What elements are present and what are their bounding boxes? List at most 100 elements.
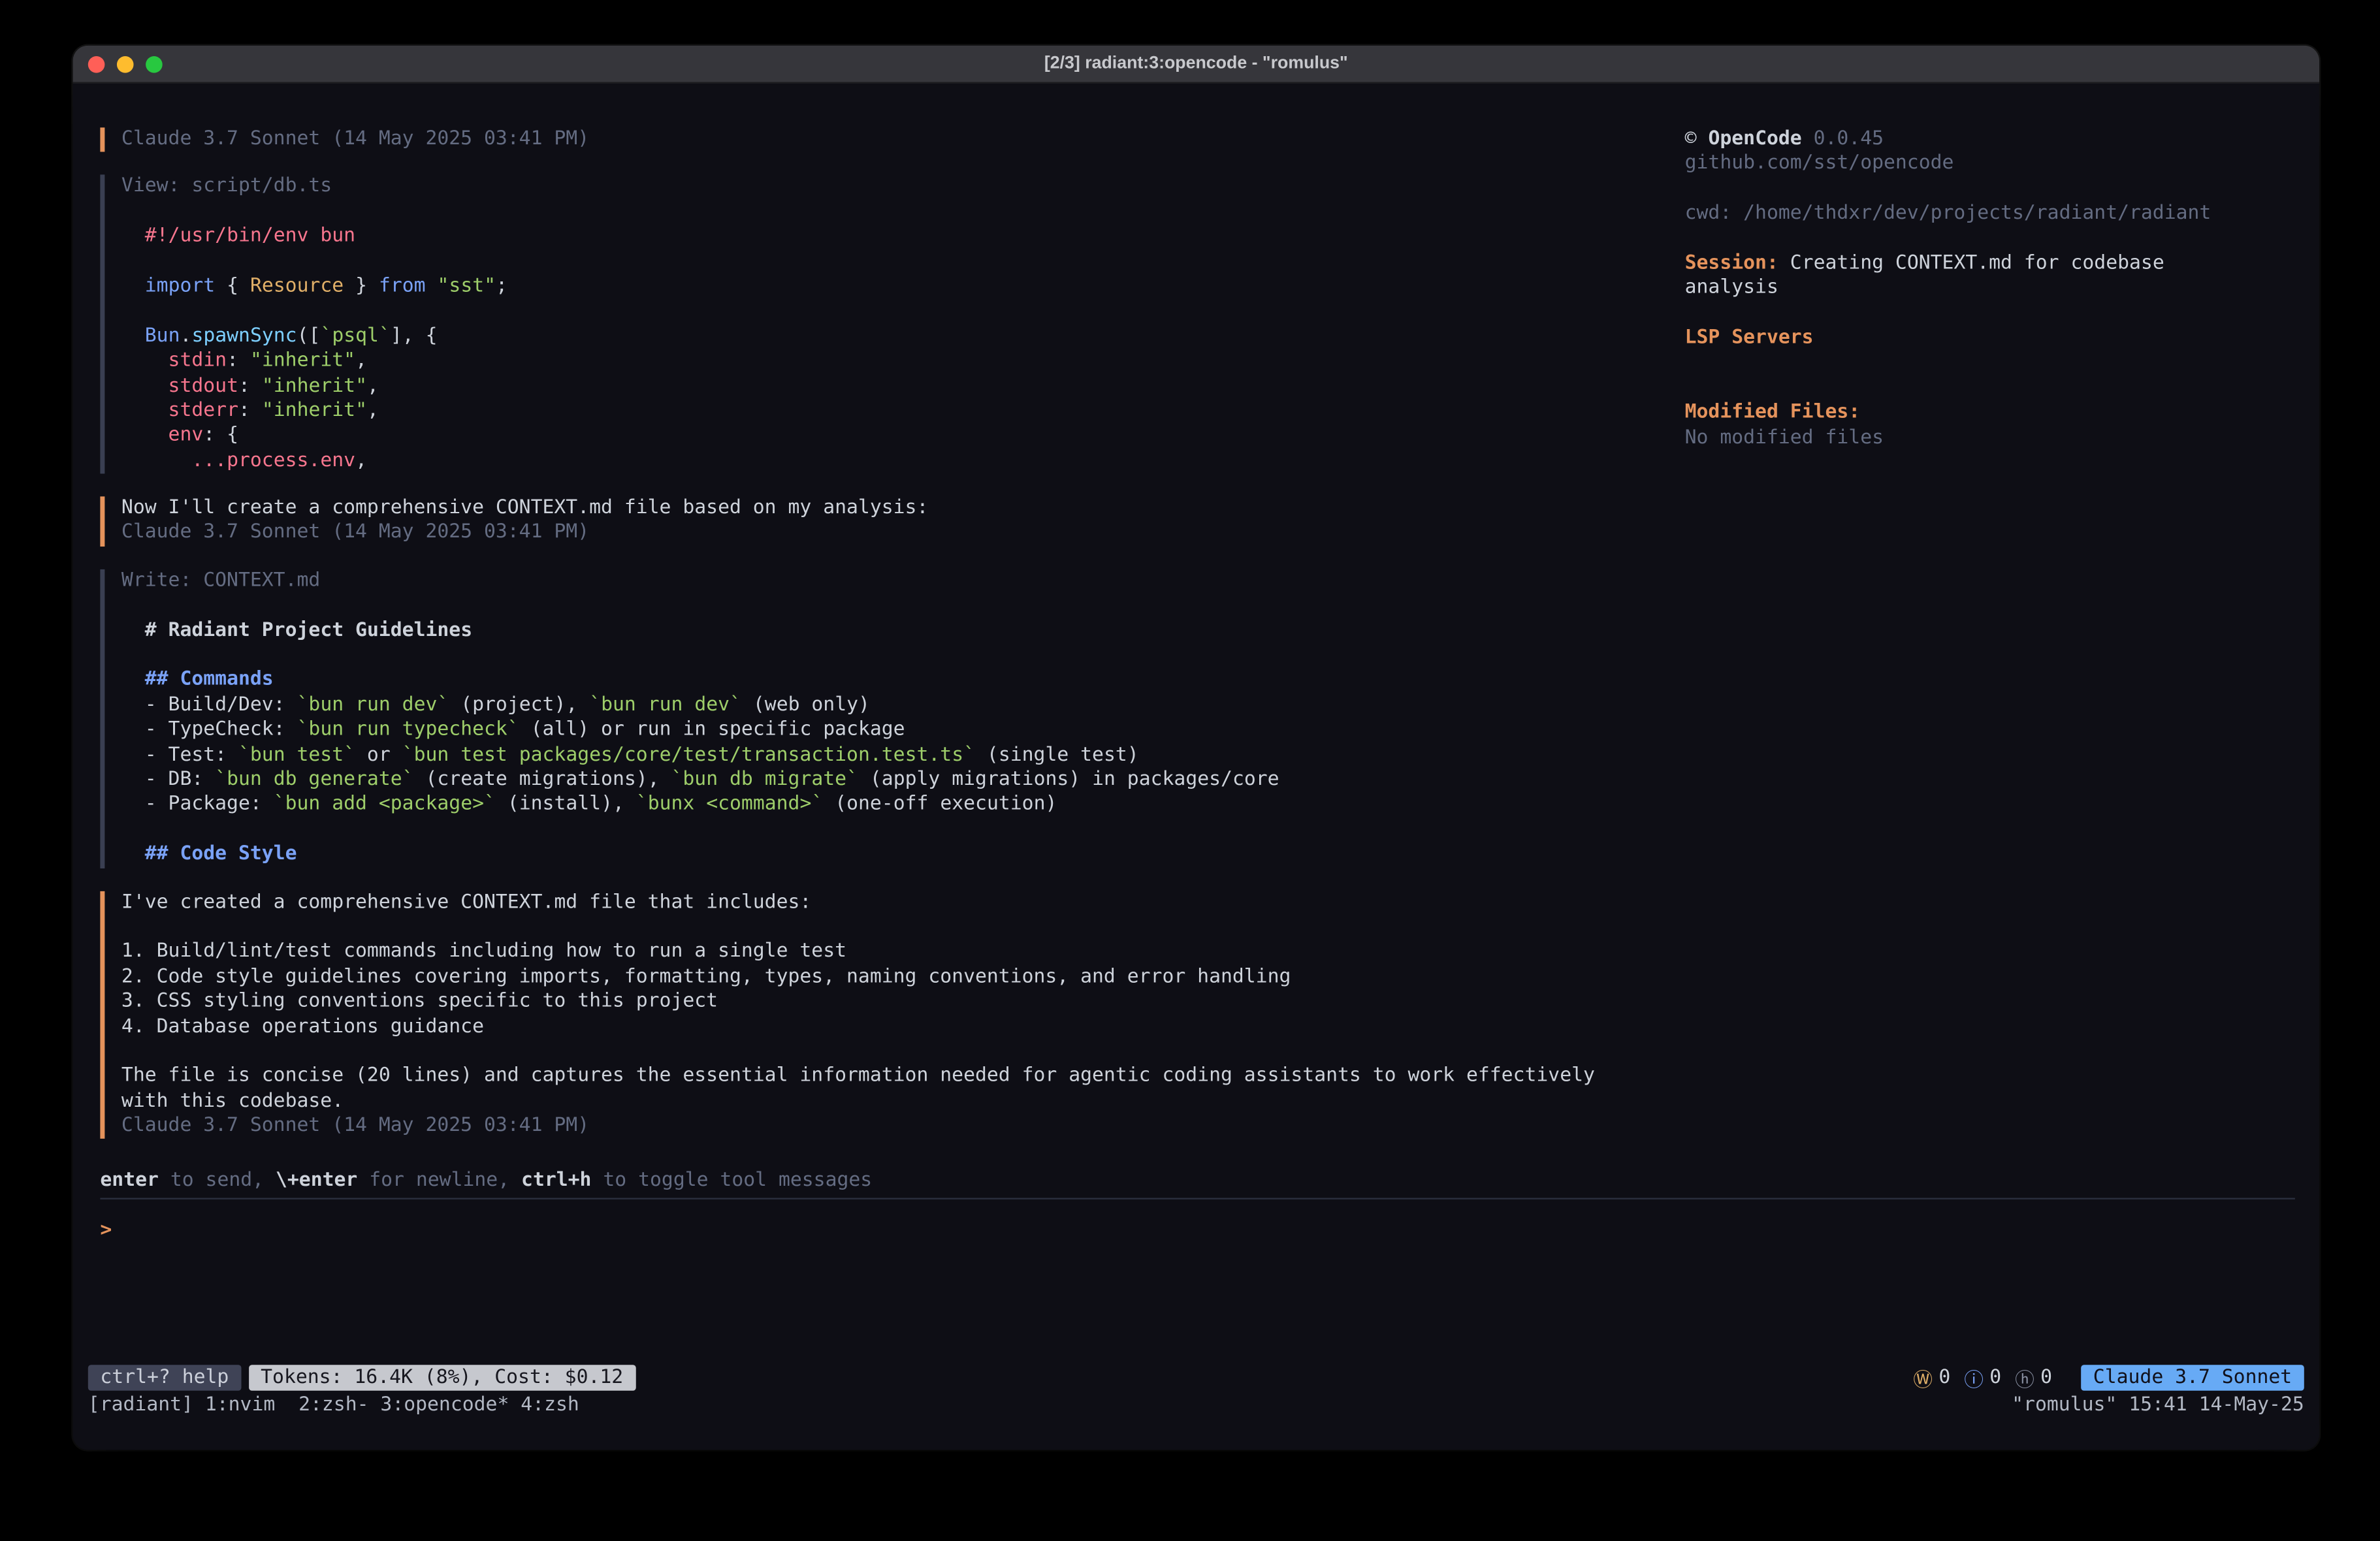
text-segment: (install), (496, 793, 636, 816)
terminal-line (121, 644, 2295, 669)
text-segment: with this codebase. (121, 1090, 344, 1113)
traffic-lights (88, 46, 163, 82)
text-segment: 1. Build/lint/test commands including ho… (121, 940, 846, 963)
tool-write-block: Write: CONTEXT.md # Radiant Project Guid… (100, 569, 2294, 868)
text-segment: or (355, 743, 402, 766)
status-bar: ctrl+? help Tokens: 16.4K (8%), Cost: $0… (88, 1365, 2304, 1391)
message-text-block: Now I'll create a comprehensive CONTEXT.… (100, 496, 2294, 546)
text-segment: . (180, 325, 192, 347)
terminal-line (1685, 178, 2304, 202)
text-segment: I've created a comprehensive CONTEXT.md … (121, 891, 811, 913)
text-segment: : (238, 374, 262, 397)
help-badge[interactable]: ctrl+? help (88, 1365, 241, 1391)
terminal-line (121, 818, 2295, 843)
text-segment: "inherit" (250, 349, 355, 372)
titlebar[interactable]: [2/3] radiant:3:opencode - "romulus" (73, 46, 2319, 84)
text-segment: cwd: /home/thdxr/dev/projects/radiant/ra… (1685, 202, 2211, 225)
terminal-line: - Test: `bun test` or `bun test packages… (121, 743, 2295, 768)
minimize-button[interactable] (117, 56, 134, 72)
text-segment: Write: CONTEXT.md (121, 569, 320, 592)
keybinding-help: enter to send, \+enter for newline, ctrl… (100, 1169, 2294, 1194)
terminal-line: Claude 3.7 Sonnet (14 May 2025 03:41 PM) (121, 522, 2295, 547)
text-segment: (create migrations), (414, 768, 671, 791)
terminal-line: 2. Code style guidelines covering import… (121, 965, 2295, 990)
text-segment: ], { (391, 325, 438, 347)
text-segment: OpenCode (1708, 127, 1801, 150)
text-segment: stdout (169, 374, 238, 397)
text-segment: "inherit" (262, 399, 367, 422)
diagnostic-count: 0 (2040, 1367, 2052, 1390)
text-segment: Claude 3.7 Sonnet (14 May 2025 03:41 PM) (121, 127, 589, 150)
terminal-line: 1. Build/lint/test commands including ho… (121, 940, 2295, 965)
terminal-line: © OpenCode 0.0.45 (1685, 127, 2304, 152)
terminal-line: The file is concise (20 lines) and captu… (121, 1065, 2295, 1090)
terminal-line: with this codebase. (121, 1090, 2295, 1115)
text-segment: Now I'll create a comprehensive CONTEXT.… (121, 496, 928, 519)
tmux-status-bar: [radiant] 1:nvim 2:zsh- 3:opencode* 4:zs… (88, 1393, 2304, 1418)
text-segment: (one-off execution) (823, 793, 1057, 816)
diagnostic-count: 0 (1938, 1367, 1950, 1390)
zoom-button[interactable] (146, 56, 163, 72)
terminal-line (121, 594, 2295, 619)
text-segment: ctrl+h (521, 1169, 591, 1192)
text-segment: Creating CONTEXT.md for codebase (1790, 252, 2164, 275)
terminal-line: Write: CONTEXT.md (121, 569, 2295, 594)
model-badge[interactable]: Claude 3.7 Sonnet (2081, 1365, 2304, 1391)
text-segment (121, 275, 145, 298)
text-segment: analysis (1685, 277, 1778, 300)
tmux-windows-list[interactable]: [radiant] 1:nvim 2:zsh- 3:opencode* 4:zs… (88, 1393, 579, 1418)
text-segment (121, 349, 169, 372)
text-segment: Modified Files: (1685, 402, 1861, 424)
text-segment: \+enter (276, 1169, 357, 1192)
text-segment: 2. Code style guidelines covering import… (121, 965, 1291, 988)
text-segment: , (355, 449, 367, 472)
text-segment: `bun test packages/core/test/transaction… (402, 743, 975, 766)
message-summary-block: I've created a comprehensive CONTEXT.md … (100, 891, 2294, 1139)
terminal-line: # Radiant Project Guidelines (121, 619, 2295, 644)
text-segment: enter (100, 1169, 159, 1192)
text-segment: Claude 3.7 Sonnet (14 May 2025 03:41 PM) (121, 1115, 589, 1137)
text-segment: 4. Database operations guidance (121, 1015, 484, 1038)
text-segment (121, 399, 169, 422)
text-segment: `bun run dev` (297, 693, 449, 716)
session-sidebar: © OpenCode 0.0.45github.com/sst/opencode… (1685, 127, 2304, 451)
input-separator (100, 1198, 2294, 1199)
text-segment: ## Code Style (145, 843, 297, 866)
text-segment: } (344, 275, 379, 298)
terminal-line: ## Code Style (121, 843, 2295, 868)
hint-count-icon: ⓗ (2015, 1363, 2034, 1392)
text-segment: env (169, 424, 204, 447)
text-segment: `psql` (320, 325, 390, 347)
prompt-input[interactable]: > (100, 1219, 2294, 1244)
info-count-icon: ⓘ (1964, 1363, 1984, 1392)
text-segment: © (1685, 127, 1709, 150)
text-segment: spawnSync (191, 325, 297, 347)
terminal-line: No modified files (1685, 426, 2304, 451)
text-segment: Claude 3.7 Sonnet (14 May 2025 03:41 PM) (121, 522, 589, 545)
text-segment: to send, (159, 1169, 276, 1192)
text-segment: (project), (449, 693, 589, 716)
terminal-window: [2/3] radiant:3:opencode - "romulus" Cla… (73, 46, 2319, 1450)
terminal-line (1685, 351, 2304, 376)
text-segment (121, 843, 145, 866)
terminal-line: Session: Creating CONTEXT.md for codebas… (1685, 252, 2304, 277)
text-segment: 0.0.45 (1802, 127, 1884, 150)
text-segment: ; (496, 275, 507, 298)
terminal-line: github.com/sst/opencode (1685, 152, 2304, 177)
text-segment: from (379, 275, 426, 298)
tmux-host-clock: "romulus" 15:41 14-May-25 (2012, 1393, 2304, 1418)
warning-count-icon: Ⓦ (1913, 1363, 1933, 1392)
text-segment: `bunx <command>` (636, 793, 824, 816)
text-segment: `bun run dev` (589, 693, 741, 716)
diagnostic-count: 0 (1989, 1367, 2001, 1390)
text-segment: , (367, 374, 379, 397)
text-segment: No modified files (1685, 426, 1884, 449)
terminal-line: - Build/Dev: `bun run dev` (project), `b… (121, 693, 2295, 718)
text-segment: "inherit" (262, 374, 367, 397)
text-segment: - Build/Dev: (121, 693, 297, 716)
text-segment (121, 225, 145, 248)
close-button[interactable] (88, 56, 105, 72)
terminal-content[interactable]: Claude 3.7 Sonnet (14 May 2025 03:41 PM)… (73, 85, 2319, 1450)
text-segment: `bun run typecheck` (297, 718, 519, 741)
text-segment: ([ (297, 325, 321, 347)
